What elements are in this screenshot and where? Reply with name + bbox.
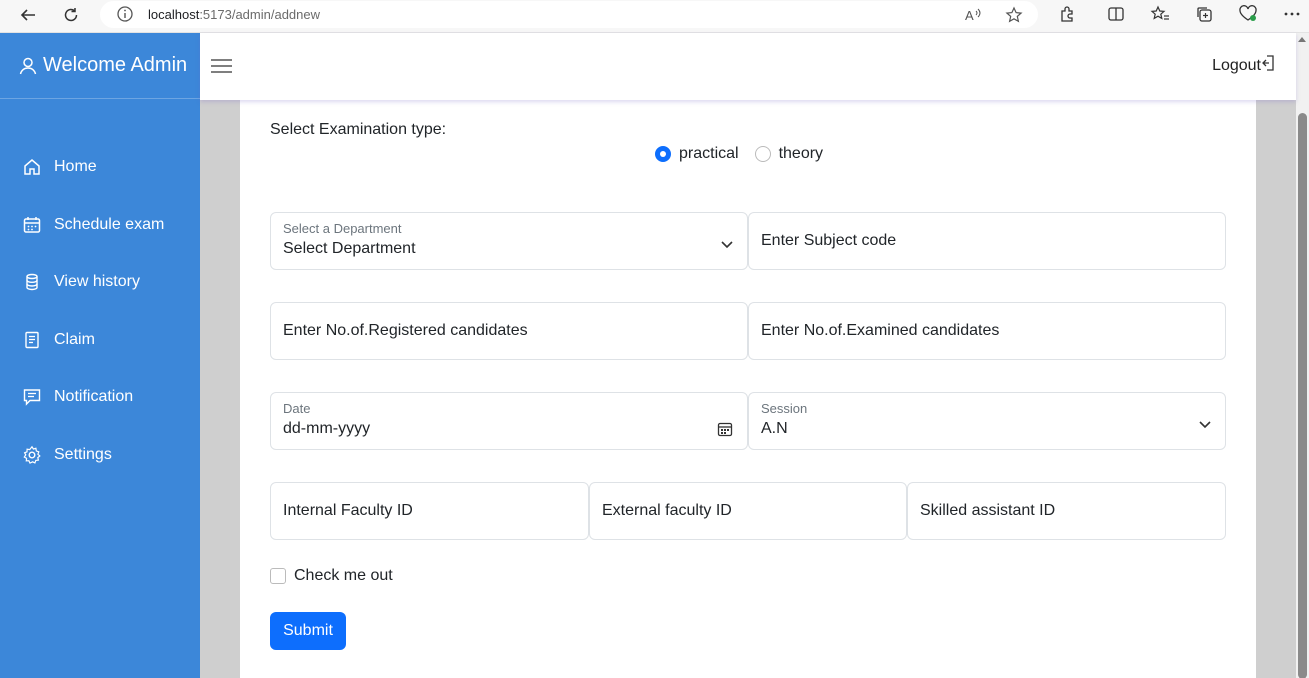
- sidebar-item-label: Schedule exam: [54, 216, 165, 233]
- sidebar-item-schedule-exam[interactable]: Schedule exam: [0, 205, 200, 245]
- submit-button[interactable]: Submit: [270, 612, 346, 650]
- logout-button[interactable]: Logout: [1212, 55, 1274, 75]
- url-host: localhost: [148, 7, 200, 22]
- message-icon: [22, 387, 42, 407]
- external-faculty-placeholder: External faculty ID: [602, 502, 732, 519]
- home-icon: [22, 157, 42, 177]
- exam-type-radio-group: practical theory: [655, 145, 839, 163]
- browser-toolbar: localhost:5173/admin/addnew A: [0, 0, 1309, 33]
- date-value: dd-mm-yyyy: [283, 420, 371, 437]
- collections-icon[interactable]: [1192, 3, 1216, 25]
- hamburger-menu-icon[interactable]: [210, 55, 234, 77]
- calendar-icon: [22, 215, 42, 235]
- sidebar-brand: Welcome Admin: [0, 33, 200, 99]
- exam-type-label: Select Examination type:: [270, 121, 447, 138]
- url-text[interactable]: localhost:5173/admin/addnew: [148, 7, 320, 22]
- add-exam-form-card: Select Examination type: practical theor…: [240, 100, 1256, 678]
- department-floating-label: Select a Department: [283, 221, 402, 236]
- scroll-thumb[interactable]: [1298, 113, 1307, 678]
- department-select[interactable]: Select a Department Select Department: [270, 212, 748, 270]
- date-floating-label: Date: [283, 401, 311, 416]
- check-me-out-label: Check me out: [294, 567, 393, 584]
- examined-placeholder: Enter No.of.Examined candidates: [761, 322, 1000, 339]
- database-icon: [22, 272, 42, 292]
- sidebar-item-label: Settings: [54, 446, 112, 463]
- department-value: Select Department: [283, 240, 416, 257]
- sidebar-item-notification[interactable]: Notification: [0, 377, 200, 417]
- sidebar-item-home[interactable]: Home: [0, 147, 200, 187]
- examined-candidates-input[interactable]: Enter No.of.Examined candidates: [748, 302, 1226, 360]
- url-path: :5173/admin/addnew: [199, 7, 321, 22]
- radio-label-practical: practical: [679, 145, 739, 162]
- sidebar-item-label: Claim: [54, 331, 95, 348]
- more-options-icon[interactable]: [1280, 3, 1304, 25]
- check-me-out-row: Check me out: [270, 567, 393, 585]
- sidebar-item-settings[interactable]: Settings: [0, 435, 200, 475]
- session-floating-label: Session: [761, 401, 808, 416]
- favorites-icon[interactable]: [1148, 3, 1172, 25]
- subject-code-placeholder: Enter Subject code: [761, 232, 897, 249]
- registered-candidates-input[interactable]: Enter No.of.Registered candidates: [270, 302, 748, 360]
- scroll-up-arrow-icon[interactable]: [1298, 37, 1306, 42]
- sidebar: Welcome Admin Home Schedule exam View hi…: [0, 33, 200, 678]
- user-icon: [18, 56, 38, 76]
- info-icon[interactable]: [116, 5, 134, 23]
- date-input[interactable]: Date dd-mm-yyyy: [270, 392, 748, 450]
- receipt-icon: [22, 330, 42, 350]
- extensions-icon[interactable]: [1055, 3, 1079, 25]
- radio-theory[interactable]: [754, 146, 771, 162]
- gear-icon: [22, 445, 42, 465]
- radio-practical[interactable]: [655, 146, 671, 162]
- calendar-picker-icon[interactable]: [717, 421, 733, 437]
- internal-faculty-input[interactable]: Internal Faculty ID: [270, 482, 589, 540]
- top-header: Logout: [200, 33, 1296, 100]
- address-bar[interactable]: localhost:5173/admin/addnew A: [100, 1, 1038, 28]
- refresh-icon[interactable]: [56, 2, 86, 28]
- chevron-down-icon: [721, 236, 733, 249]
- back-icon[interactable]: [13, 2, 43, 28]
- subject-code-input[interactable]: Enter Subject code: [748, 212, 1226, 270]
- sidebar-item-label: Notification: [54, 388, 134, 405]
- welcome-title: Welcome Admin: [43, 54, 188, 76]
- skilled-assistant-placeholder: Skilled assistant ID: [920, 502, 1056, 519]
- radio-label-theory: theory: [778, 145, 824, 162]
- sidebar-item-claim[interactable]: Claim: [0, 320, 200, 360]
- favorite-star-icon[interactable]: [1004, 5, 1024, 25]
- chevron-down-icon: [1199, 416, 1211, 429]
- read-aloud-icon[interactable]: A: [964, 5, 984, 25]
- logout-icon: [1262, 55, 1274, 71]
- session-value: A.N: [761, 420, 788, 437]
- external-faculty-input[interactable]: External faculty ID: [589, 482, 907, 540]
- internal-faculty-placeholder: Internal Faculty ID: [283, 502, 413, 519]
- logout-label: Logout: [1212, 57, 1261, 74]
- registered-placeholder: Enter No.of.Registered candidates: [283, 322, 528, 339]
- sidebar-item-label: Home: [54, 158, 97, 175]
- sidebar-item-label: View history: [54, 273, 140, 290]
- split-screen-icon[interactable]: [1104, 3, 1128, 25]
- svg-text:A: A: [965, 8, 974, 23]
- skilled-assistant-input[interactable]: Skilled assistant ID: [907, 482, 1226, 540]
- check-me-out-checkbox[interactable]: [270, 568, 286, 584]
- browser-essentials-icon[interactable]: [1236, 3, 1260, 25]
- sidebar-item-view-history[interactable]: View history: [0, 262, 200, 302]
- page-scrollbar[interactable]: [1296, 33, 1309, 678]
- session-select[interactable]: Session A.N: [748, 392, 1226, 450]
- main-content: Select Examination type: practical theor…: [200, 100, 1296, 678]
